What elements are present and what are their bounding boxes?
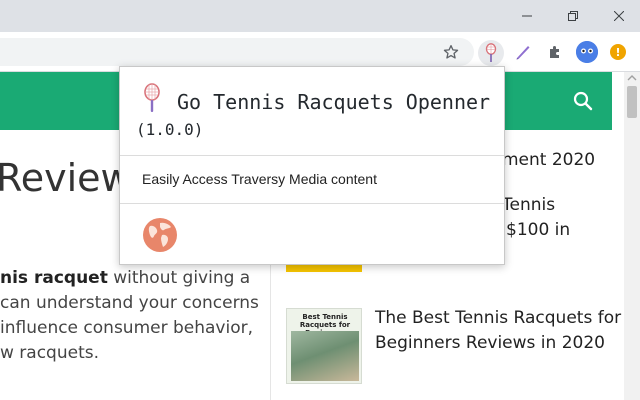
sidebar-item-2-title-line-1[interactable]: Tennis: [502, 195, 555, 215]
extension-popup: Go Tennis Racquets Openner (1.0.0) Easil…: [119, 66, 505, 265]
scrollbar-thumb[interactable]: [627, 86, 637, 118]
sidebar-item-3-title-line-2[interactable]: Beginners Reviews in 2020: [375, 333, 605, 353]
title-bar: [0, 0, 640, 32]
thumbnail-photo: [291, 331, 359, 381]
extension-version: (1.0.0): [136, 120, 204, 139]
sidebar-item-2-title-line-2[interactable]: $100 in: [506, 220, 570, 240]
article-line-3: influence consumer behavior,: [0, 318, 254, 338]
popup-divider-2: [120, 203, 504, 204]
extension-name: Go Tennis Racquets Openner: [177, 90, 491, 114]
extensions-puzzle-icon[interactable]: [544, 41, 566, 63]
address-bar[interactable]: [0, 38, 474, 66]
article-bold-text: nis racquet: [0, 268, 108, 288]
sidebar-item-1-title[interactable]: ment 2020: [502, 150, 595, 170]
article-line-4: w racquets.: [0, 343, 100, 363]
tennis-racquet-extension-icon[interactable]: [478, 40, 504, 66]
update-available-badge[interactable]: !: [610, 44, 626, 60]
popup-divider-1: [120, 155, 504, 156]
pen-extension-icon[interactable]: [512, 41, 534, 63]
access-content-link[interactable]: Easily Access Traversy Media content: [142, 171, 377, 187]
article-line-1-rest: without giving a: [107, 268, 251, 288]
profile-avatar[interactable]: [576, 41, 598, 63]
restore-icon: [568, 11, 578, 21]
globe-icon[interactable]: [142, 217, 178, 253]
article-line-2: can understand your concerns: [0, 293, 259, 313]
close-icon: [614, 11, 624, 21]
scroll-up-arrow-icon[interactable]: [627, 74, 637, 82]
sidebar-item-3-thumbnail[interactable]: Best Tennis Racquets for Beginners: [286, 308, 362, 384]
popup-title: Go Tennis Racquets Openner (1.0.0): [136, 89, 496, 143]
minimize-icon: [522, 15, 532, 17]
close-button[interactable]: [596, 0, 640, 32]
bookmark-star-icon[interactable]: [440, 41, 462, 63]
sidebar-item-3-title-line-1[interactable]: The Best Tennis Racquets for: [375, 308, 621, 328]
article-line-1: nis racquet without giving a: [0, 268, 250, 288]
page-scrollbar[interactable]: [624, 72, 640, 400]
restore-button[interactable]: [550, 0, 596, 32]
avatar-face-icon: [576, 41, 598, 63]
minimize-button[interactable]: [504, 0, 550, 32]
search-icon[interactable]: [572, 90, 594, 112]
